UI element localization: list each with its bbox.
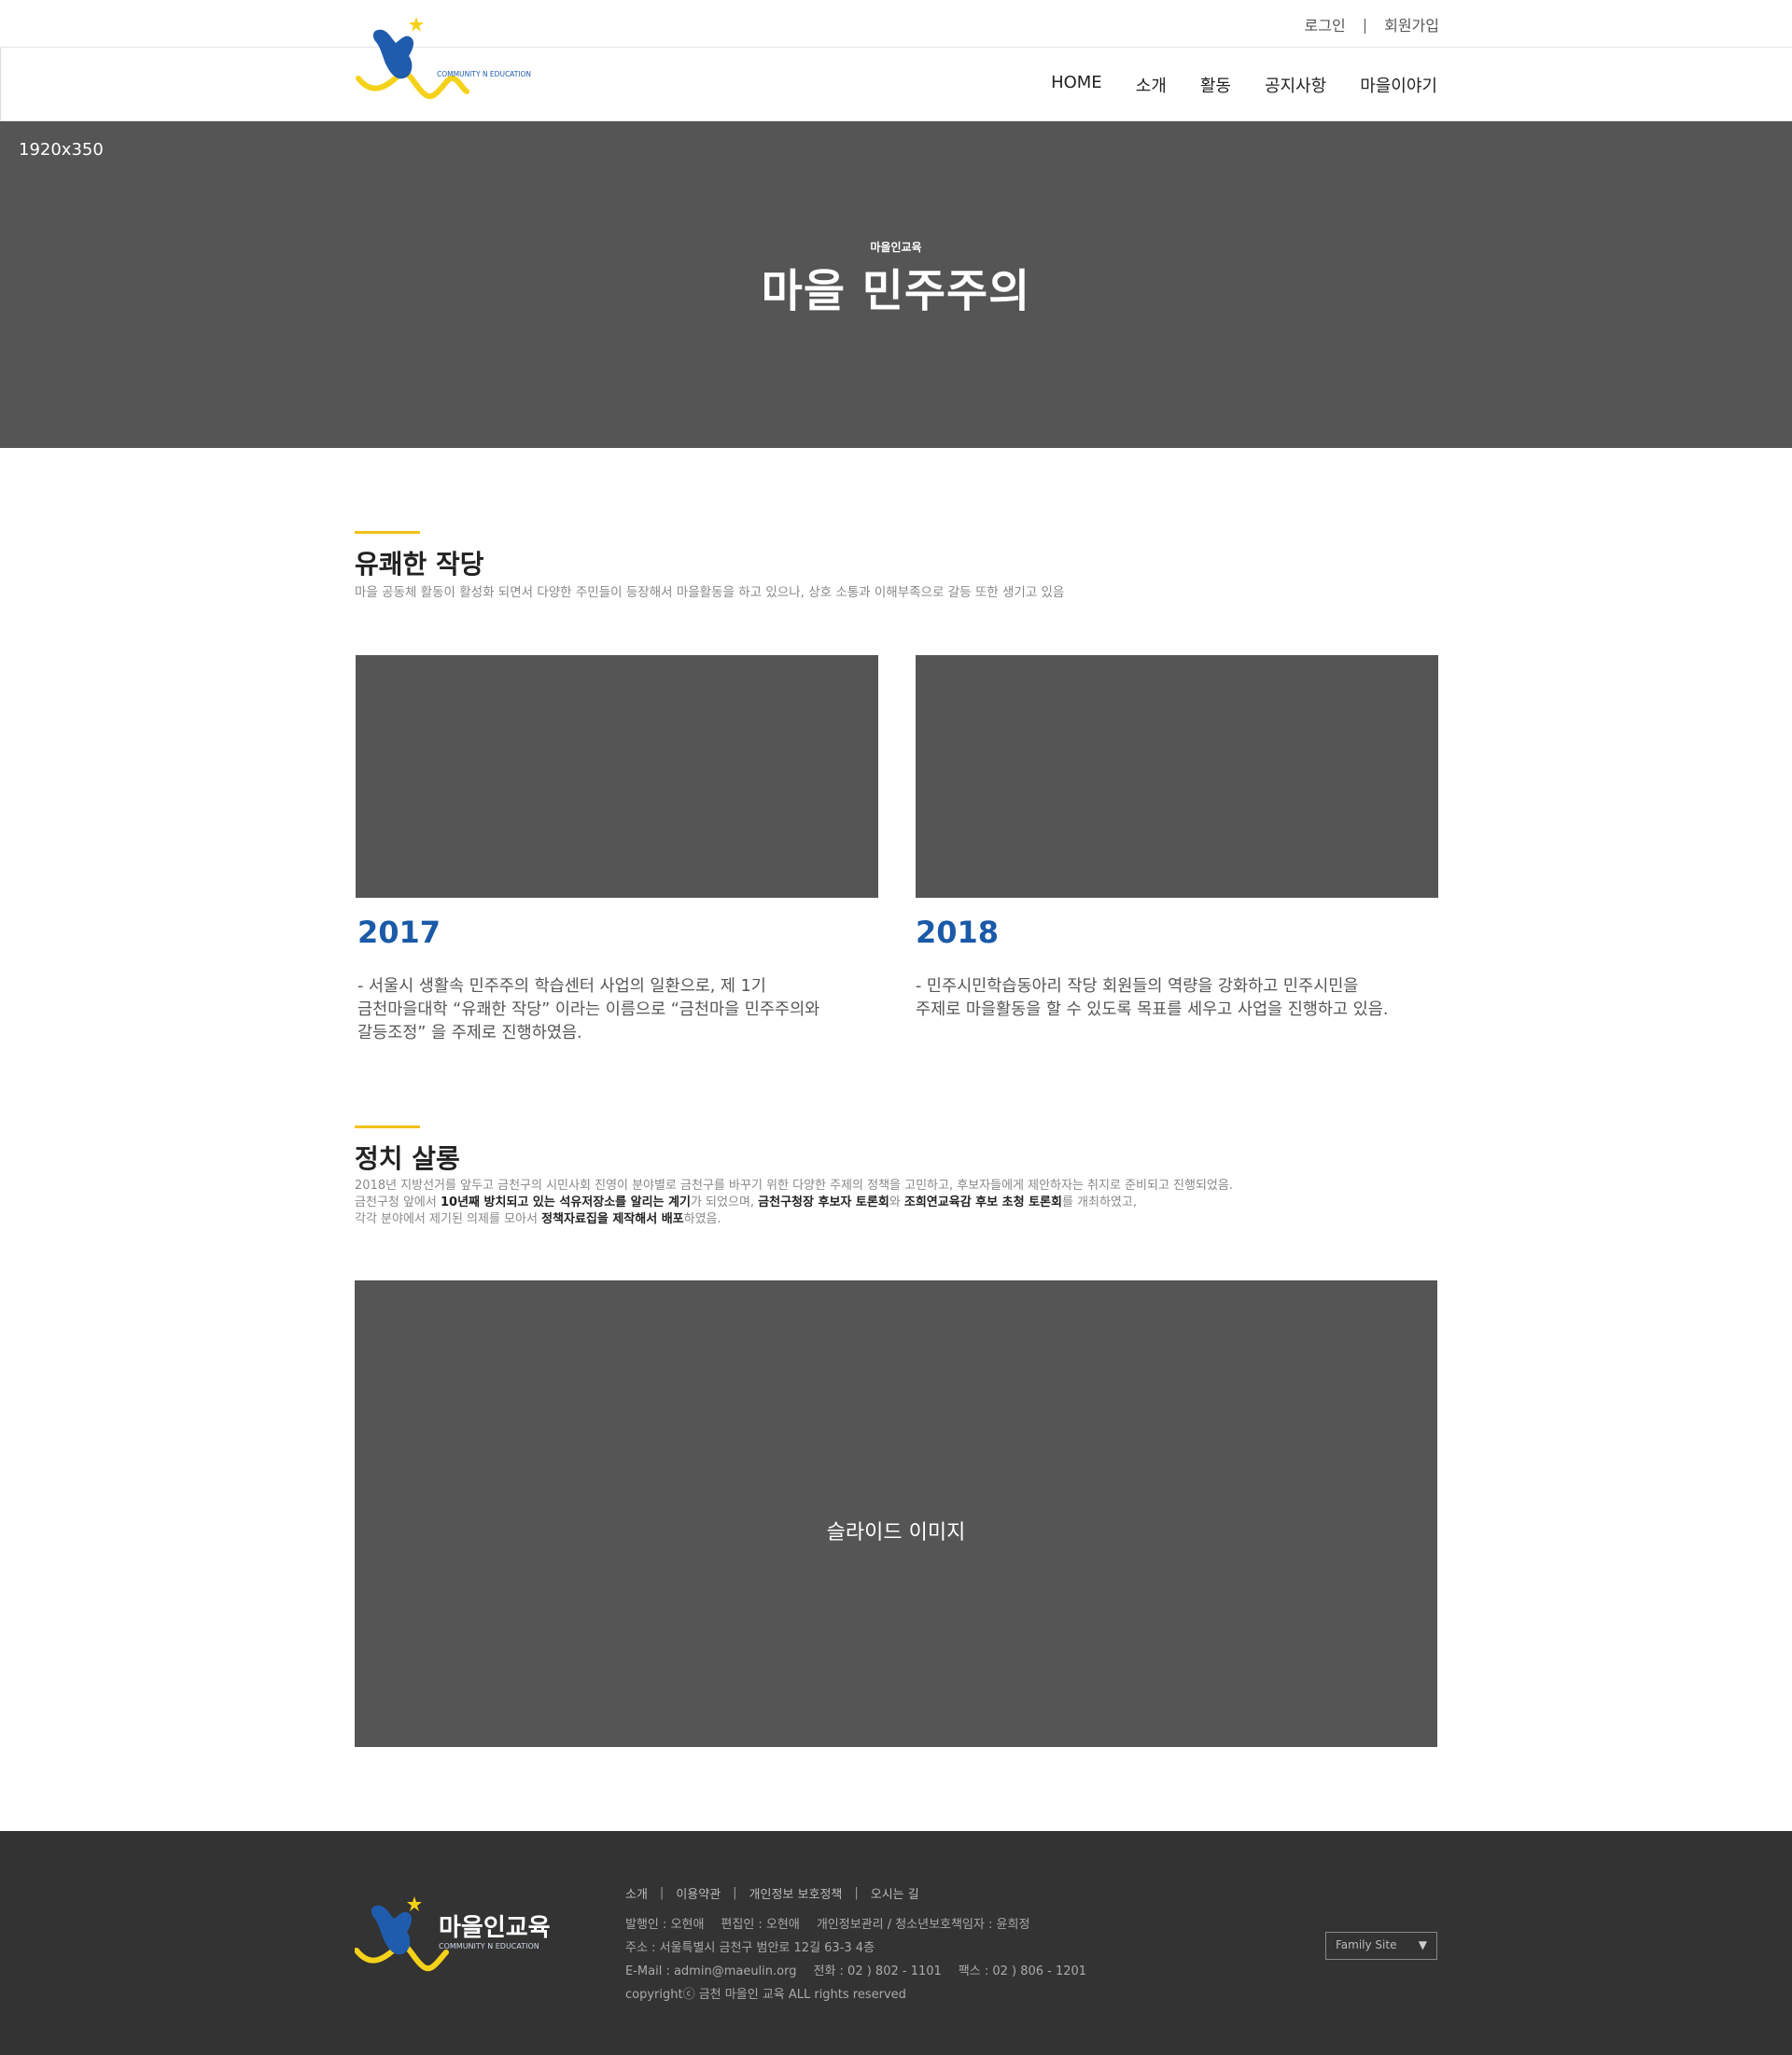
privacy-officer: 개인정보관리 / 청소년보호책임자 : 윤희정: [816, 1918, 1030, 1932]
footer-info-row: 발행인 : 오현애 편집인 : 오현애 개인정보관리 / 청소년보호책임자 : 윤희…: [625, 1913, 1103, 1936]
footer-link-directions[interactable]: 오시는 길: [871, 1884, 919, 1902]
family-site-select[interactable]: Family Site ▼: [1325, 1932, 1437, 1960]
publisher: 발행인 : 오현애: [625, 1918, 705, 1932]
nav-item-activities[interactable]: 활동: [1200, 73, 1231, 97]
salon-text: 하였음.: [683, 1212, 721, 1226]
card-text-line: - 서울시 생활속 민주주의 학습센터 사업의 일환으로, 제 1기: [357, 977, 766, 996]
header-logo[interactable]: COMMUNITY N EDUCATION: [355, 13, 560, 106]
footer-logo-subtitle: COMMUNITY N EDUCATION: [439, 1942, 539, 1950]
top-link-separator: |: [1362, 15, 1368, 34]
footer-logo[interactable]: 마을인교육 COMMUNITY N EDUCATION: [354, 1894, 569, 1988]
copyright: copyrightⓒ 금천 마을인 교육 ALL rights reserved: [625, 1988, 906, 2002]
footer-link-separator: |: [854, 1886, 859, 1900]
footer-email: E-Mail : admin@maeulin.org: [625, 1964, 797, 1978]
page-title: 마을 민주주의: [761, 265, 1031, 317]
salon-text: 와: [889, 1195, 904, 1209]
year-2018: 2018: [916, 915, 1000, 950]
hero-subtitle: 마을인교육: [870, 241, 922, 254]
section-title-salon: 정치 살롱: [355, 1143, 460, 1174]
main-nav-menu: HOME 소개 활동 공지사항 마을이야기: [1017, 73, 1437, 97]
card-text-line: 금천마을대학 “유쾌한 작당” 이라는 이름으로 “금천마을 민주주의와: [357, 1000, 820, 1019]
card-text-2017: - 서울시 생활속 민주주의 학습센터 사업의 일환으로, 제 1기 금천마을대…: [357, 975, 880, 1045]
year-2017: 2017: [357, 915, 441, 950]
footer-link-terms[interactable]: 이용약관: [676, 1884, 721, 1902]
footer: 소개 | 이용약관 | 개인정보 보호정책 | 오시는 길 발행인 : 오현애 편…: [0, 1831, 1792, 2055]
section-accent-line: [355, 1125, 420, 1128]
top-utility-bar: 로그인 | 회원가입: [0, 0, 1792, 47]
section-desc-salon: 2018년 지방선거를 앞두고 금천구의 시민사회 진영이 분야별로 금천구를 …: [355, 1178, 1233, 1228]
card-text-2018: - 민주시민학습동아리 작당 회원들의 역량을 강화하고 민주시민을 주제로 마…: [916, 975, 1438, 1022]
nav-item-notices[interactable]: 공지사항: [1265, 73, 1326, 97]
salon-text: 가 되었으며,: [690, 1195, 759, 1209]
section-desc-jakdang: 마을 공동체 활동이 활성화 되면서 다양한 주민들이 등장해서 마을활동을 하…: [355, 585, 1065, 600]
navbar-edge: [0, 48, 1, 122]
login-link[interactable]: 로그인: [1305, 13, 1346, 35]
main-navbar: HOME 소개 활동 공지사항 마을이야기: [0, 47, 1792, 122]
footer-fax: 팩스 : 02 ) 806 - 1201: [958, 1964, 1087, 1978]
image-slider[interactable]: 슬라이드 이미지: [355, 1280, 1437, 1747]
section-accent-line: [355, 531, 420, 534]
footer-link-separator: |: [733, 1886, 737, 1900]
hero-banner: 1920x350 마을인교육 마을 민주주의: [0, 121, 1792, 448]
card-text-line: 갈등조정” 을 주제로 진행하였음.: [357, 1024, 582, 1042]
image-placeholder-2018: [916, 655, 1438, 898]
header-logo-subtitle: COMMUNITY N EDUCATION: [437, 70, 531, 78]
top-links: 로그인 | 회원가입: [1305, 13, 1439, 35]
family-site-label: Family Site: [1336, 1938, 1397, 1951]
footer-link-about[interactable]: 소개: [625, 1884, 648, 1902]
nav-item-about[interactable]: 소개: [1136, 73, 1167, 97]
nav-item-home[interactable]: HOME: [1051, 73, 1102, 97]
footer-links: 소개 | 이용약관 | 개인정보 보호정책 | 오시는 길: [625, 1884, 919, 1902]
nav-item-stories[interactable]: 마을이야기: [1360, 73, 1437, 97]
footer-link-privacy[interactable]: 개인정보 보호정책: [749, 1884, 843, 1902]
section-title-jakdang: 유쾌한 작당: [355, 549, 484, 580]
salon-desc-line: 각각 분야에서 제기된 의제를 모아서 정책자료집을 제작해서 배포하였음.: [355, 1211, 1233, 1228]
salon-text: 를 개최하였고,: [1061, 1195, 1137, 1209]
footer-logo-title: 마을인교육: [439, 1914, 551, 1942]
chevron-down-icon: ▼: [1418, 1938, 1427, 1951]
logo-mark-icon: COMMUNITY N EDUCATION: [356, 17, 531, 100]
salon-highlight: 10년째 방치되고 있는 석유저장소를 알리는 계기: [441, 1195, 691, 1209]
footer-info-row: E-Mail : admin@maeulin.org 전화 : 02 ) 802 …: [625, 1960, 1103, 1983]
salon-desc-line: 2018년 지방선거를 앞두고 금천구의 시민사회 진영이 분야별로 금천구를 …: [355, 1179, 1233, 1193]
logo-mark-icon: 마을인교육 COMMUNITY N EDUCATION: [354, 1896, 551, 1972]
slide-placeholder-label: 슬라이드 이미지: [826, 1521, 966, 1545]
footer-address: 주소 : 서울특별시 금천구 범안로 12길 63-3 4층: [625, 1941, 875, 1955]
salon-text: 각각 분야에서 제기된 의제를 모아서: [355, 1212, 542, 1226]
footer-phone: 전화 : 02 ) 802 - 1101: [813, 1964, 942, 1978]
card-text-line: 주제로 마을활동을 할 수 있도록 목표를 세우고 사업을 진행하고 있음.: [916, 1000, 1389, 1019]
image-placeholder-2017: [356, 655, 878, 898]
footer-info: 발행인 : 오현애 편집인 : 오현애 개인정보관리 / 청소년보호책임자 : 윤희…: [625, 1913, 1103, 2006]
footer-link-separator: |: [659, 1886, 665, 1900]
salon-highlight: 정책자료집을 제작해서 배포: [541, 1212, 684, 1226]
salon-highlight: 조희연교육감 후보 초청 토론회: [903, 1195, 1062, 1209]
salon-text: 금천구청 앞에서: [355, 1195, 441, 1209]
editor: 편집인 : 오현애: [721, 1918, 800, 1932]
salon-highlight: 금천구청장 후보자 토론회: [758, 1195, 889, 1209]
card-text-line: - 민주시민학습동아리 작당 회원들의 역량을 강화하고 민주시민을: [916, 977, 1359, 996]
salon-desc-line: 금천구청 앞에서 10년째 방치되고 있는 석유저장소를 알리는 계기가 되었으…: [355, 1195, 1233, 1211]
hero-size-label: 1920x350: [19, 140, 104, 160]
signup-link[interactable]: 회원가입: [1384, 13, 1439, 35]
